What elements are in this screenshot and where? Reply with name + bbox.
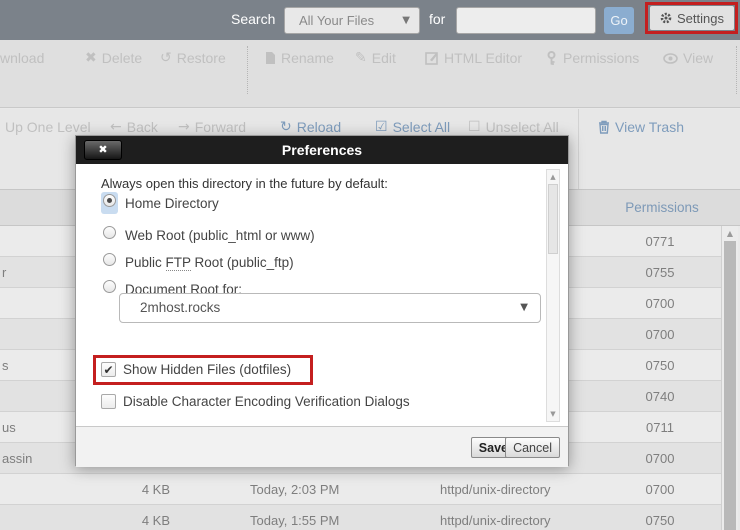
unchecked-checkbox-icon	[101, 394, 116, 409]
default-directory-intro: Always open this directory in the future…	[101, 176, 388, 191]
scroll-up-icon[interactable]: ▲	[547, 173, 559, 181]
table-row[interactable]: 4 KB Today, 1:55 PM httpd/unix-directory…	[0, 505, 721, 530]
toolbar-item-permissions[interactable]: Permissions	[545, 50, 639, 66]
scroll-up-icon[interactable]: ▲	[722, 229, 738, 238]
radio-selected-icon	[103, 194, 116, 207]
toolbar-separator	[247, 46, 248, 94]
toolbar-item-restore[interactable]: ↺ Restore	[160, 50, 226, 66]
trash-icon	[598, 120, 610, 134]
toolbar-item-download[interactable]: wnload	[0, 50, 44, 66]
table-row[interactable]: 4 KB Today, 2:03 PM httpd/unix-directory…	[0, 474, 721, 505]
arrow-right-icon: →	[178, 119, 190, 135]
for-label: for	[429, 11, 445, 27]
close-button[interactable]: ✖	[84, 140, 122, 160]
toolbar-item-select-all[interactable]: ☑ Select All	[375, 119, 450, 135]
radio-icon	[103, 226, 116, 239]
radio-public-ftp-root[interactable]: Public FTP Root (public_ftp)	[101, 251, 294, 273]
settings-label: Settings	[677, 11, 724, 26]
html-editor-icon	[425, 51, 439, 65]
close-icon: ✖	[98, 143, 107, 156]
settings-button[interactable]: Settings	[650, 6, 734, 30]
toolbar-item-forward[interactable]: → Forward	[178, 119, 246, 135]
document-root-dropdown[interactable]: 2mhost.rocks ▼	[119, 293, 541, 323]
preferences-dialog: Preferences ✖ Always open this directory…	[75, 135, 569, 466]
toolbar-separator	[578, 109, 579, 189]
dialog-title: Preferences	[76, 136, 568, 164]
toolbar-item-unselect-all[interactable]: ☐ Unselect All	[468, 119, 559, 135]
radio-home-directory[interactable]: Home Directory	[101, 192, 219, 214]
radio-web-root[interactable]: Web Root (public_html or www)	[101, 224, 315, 246]
chevron-down-icon: ▼	[520, 302, 528, 313]
file-actions-toolbar: wnload ✖ Delete ↺ Restore Rename ✎ Edit …	[0, 40, 740, 108]
toolbar-separator	[736, 46, 737, 94]
search-label: Search	[231, 11, 275, 27]
key-icon	[545, 51, 558, 65]
document-root-value: 2mhost.rocks	[140, 300, 220, 315]
cancel-button[interactable]: Cancel	[505, 437, 560, 458]
checked-box-icon: ☑	[375, 119, 388, 135]
checked-checkbox-icon: ✔	[101, 362, 116, 377]
search-scope-value: All Your Files	[299, 13, 374, 28]
chevron-down-icon: ▼	[402, 15, 410, 26]
delete-x-icon: ✖	[85, 50, 97, 66]
radio-icon	[103, 280, 116, 293]
dialog-footer: Save Cancel	[76, 426, 568, 467]
radio-icon	[103, 253, 116, 266]
dialog-scrollbar[interactable]: ▲ ▼	[546, 169, 560, 422]
go-button[interactable]: Go	[604, 7, 634, 34]
eye-icon	[663, 53, 678, 64]
toolbar-item-up-one-level[interactable]: Up One Level	[5, 119, 91, 135]
file-icon	[265, 51, 276, 65]
checkbox-disable-encoding-dialogs[interactable]: Disable Character Encoding Verification …	[101, 394, 410, 409]
toolbar-item-html-editor[interactable]: HTML Editor	[425, 50, 522, 66]
table-scrollbar[interactable]: ▲	[721, 226, 738, 530]
scrollbar-thumb[interactable]	[724, 241, 736, 530]
toolbar-item-view[interactable]: View	[663, 50, 713, 66]
restore-arrow-icon: ↺	[160, 50, 172, 66]
checkbox-show-hidden-files[interactable]: ✔ Show Hidden Files (dotfiles)	[101, 362, 291, 377]
toolbar-item-back[interactable]: ← Back	[110, 119, 158, 135]
gear-icon	[660, 12, 672, 24]
pencil-icon: ✎	[355, 50, 367, 66]
arrow-left-icon: ←	[110, 119, 122, 135]
top-search-bar: Search All Your Files ▼ for Go Settings	[0, 0, 740, 40]
toolbar-item-edit[interactable]: ✎ Edit	[355, 50, 396, 66]
column-header-permissions[interactable]: Permissions	[620, 200, 704, 215]
toolbar-item-reload[interactable]: ↻ Reload	[280, 119, 341, 135]
toolbar-item-view-trash[interactable]: View Trash	[598, 119, 684, 135]
toolbar-item-delete[interactable]: ✖ Delete	[85, 50, 142, 66]
search-input[interactable]	[456, 7, 596, 34]
scroll-down-icon[interactable]: ▼	[547, 410, 559, 418]
empty-box-icon: ☐	[468, 119, 481, 135]
dialog-header: Preferences ✖	[76, 136, 568, 164]
search-scope-dropdown[interactable]: All Your Files ▼	[284, 7, 420, 34]
scrollbar-thumb[interactable]	[548, 184, 558, 254]
reload-icon: ↻	[280, 119, 292, 135]
toolbar-item-rename[interactable]: Rename	[265, 50, 334, 66]
